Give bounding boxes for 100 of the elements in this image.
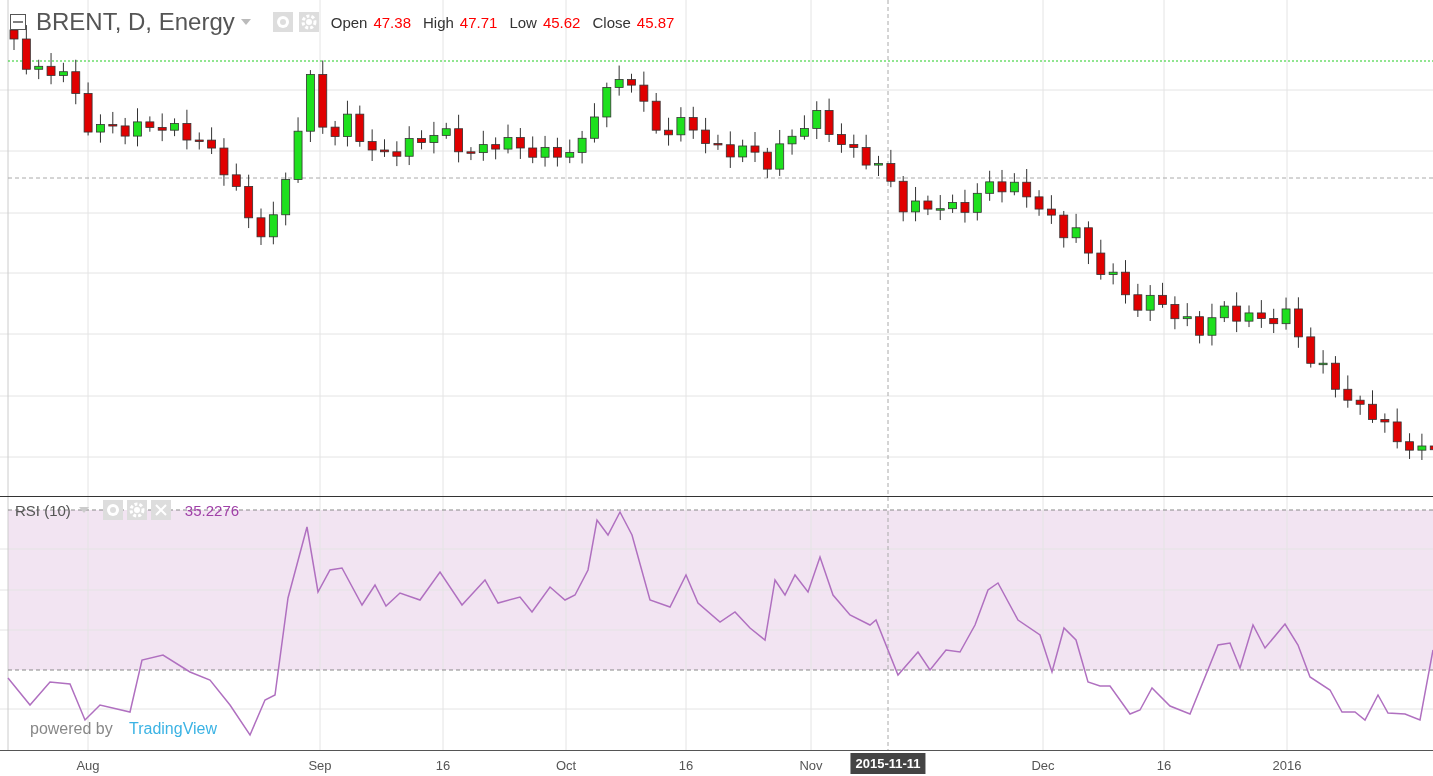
candlestick [441,122,451,140]
candlestick [1392,408,1402,449]
candlestick [812,100,822,140]
candlestick [861,134,871,170]
candlestick [874,155,883,177]
candlestick [602,82,612,128]
candlestick [540,135,550,168]
candlestick [256,208,266,246]
candlestick [1343,374,1353,409]
time-axis-label: 16 [678,758,694,773]
candlestick [182,109,192,150]
ohlc-value: 47.38 [373,13,411,31]
time-axis-label: Nov [799,758,823,773]
candlestick [1022,168,1032,209]
candlestick [664,117,673,147]
candlestick [565,139,575,164]
candlestick [1269,308,1279,334]
candlestick [886,149,896,188]
candlestick [343,100,352,147]
candlestick [1009,172,1019,196]
candlestick [170,117,179,137]
candlestick [330,120,340,146]
candlestick [491,136,501,160]
candlestick [1256,299,1266,329]
candlestick [1059,210,1069,249]
candlestick [244,174,254,229]
candlestick [157,112,167,142]
candlestick [614,65,624,97]
gear-icon[interactable] [298,12,319,32]
candlestick [960,189,970,224]
time-axis-label: Sep [308,758,332,773]
candlestick [380,138,389,158]
candlestick [676,106,686,143]
candlestick [219,137,229,187]
candlestick [1182,302,1192,327]
candlestick [417,129,426,150]
candlestick [96,113,105,144]
candlestick [1306,326,1316,369]
candlestick [1281,297,1291,331]
candlestick [972,182,982,221]
eye-icon[interactable] [272,12,293,32]
candlestick [231,163,241,192]
candlestick [849,134,859,159]
candlestick [627,73,636,94]
time-axis-label: Dec [1031,758,1055,773]
candlestick [1047,194,1056,225]
candlestick [1170,295,1180,330]
candlestick [1034,189,1044,217]
candlestick [701,117,710,154]
candlestick [194,131,204,150]
time-axis-label: 16 [435,758,451,773]
candlestick [997,169,1007,203]
candlestick [1108,262,1118,285]
candlestick [478,130,488,162]
candlestick [1084,220,1093,265]
candlestick [1158,282,1167,309]
close-icon[interactable] [150,500,171,520]
candlestick [1331,355,1340,398]
candlestick [577,130,587,164]
candlestick [1195,310,1204,344]
candlestick [713,134,723,151]
candlestick [466,146,476,161]
ohlc-value: 45.62 [542,13,581,31]
candlestick [787,128,797,156]
collapse-icon[interactable] [10,14,26,30]
candlestick [268,201,278,245]
candlestick [1368,389,1377,424]
caret-icon[interactable] [78,507,89,513]
candlestick [528,135,538,164]
candlestick [355,105,365,148]
candlestick [590,102,599,144]
candlestick [83,81,93,136]
eye-icon[interactable] [102,500,123,520]
candlestick [800,114,809,141]
candlestick [651,92,661,135]
candlestick [392,140,402,167]
candlestick [367,128,377,162]
candlestick [429,121,439,154]
ohlc-label: High [423,13,454,31]
candlestick [1318,349,1328,375]
candlestick [34,59,44,80]
caret-icon[interactable] [240,19,251,25]
candlestick [898,175,908,222]
candlestick [46,52,56,85]
candlestick [775,129,785,177]
gear-icon[interactable] [126,500,147,520]
candlestick [738,139,748,163]
candlestick [725,130,735,169]
branding-link[interactable]: TradingView [129,720,218,738]
ohlc-value: 47.71 [459,13,498,31]
candlestick [21,24,31,75]
candlestick [1355,395,1365,416]
candlestick [935,194,945,221]
ohlc-label: Close [592,13,631,31]
candlestick [1071,213,1081,244]
candlestick [762,147,772,179]
candlestick [923,195,933,216]
candlestick [454,114,463,163]
candlestick [911,186,920,222]
candlestick [1244,304,1254,328]
